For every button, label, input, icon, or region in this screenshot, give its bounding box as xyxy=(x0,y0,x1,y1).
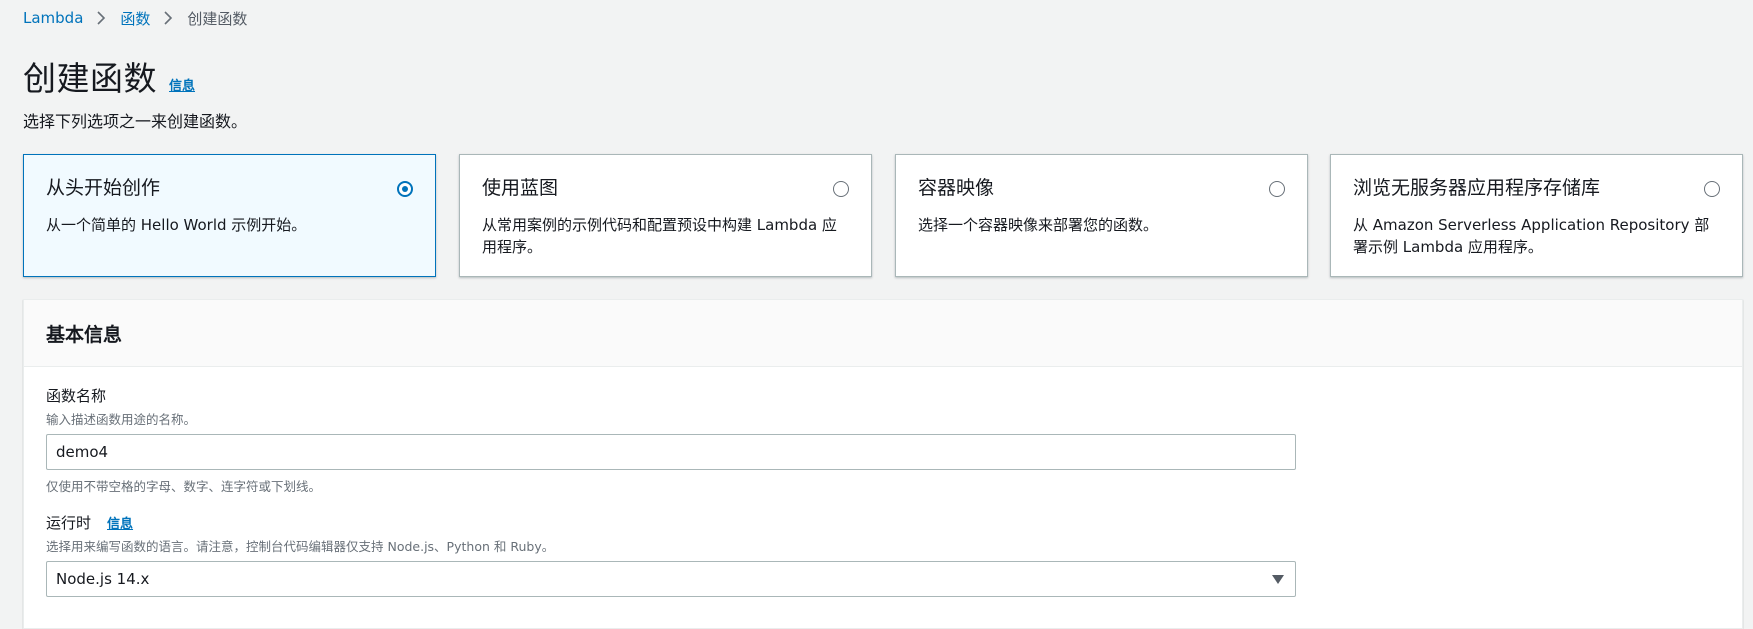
function-name-label-text: 函数名称 xyxy=(46,387,107,405)
function-name-label: 函数名称 xyxy=(46,385,1296,406)
option-radio[interactable] xyxy=(833,181,849,197)
function-name-constraint: 仅使用不带空格的字母、数字、连字符或下划线。 xyxy=(46,479,322,494)
function-name-input[interactable]: demo4 xyxy=(46,434,1296,470)
runtime-description: 选择用来编写函数的语言。请注意，控制台代码编辑器仅支持 Node.js、Pyth… xyxy=(46,539,555,554)
chevron-right-icon xyxy=(97,11,106,25)
creation-options: 从头开始创作 从一个简单的 Hello World 示例开始。 使用蓝图 从常用… xyxy=(23,154,1743,277)
page-description: 选择下列选项之一来创建函数。 xyxy=(23,112,248,131)
option-radio[interactable] xyxy=(1704,181,1720,197)
option-serverless-app-repo[interactable]: 浏览无服务器应用程序存储库 从 Amazon Serverless Applic… xyxy=(1330,154,1743,277)
option-author-from-scratch[interactable]: 从头开始创作 从一个简单的 Hello World 示例开始。 xyxy=(23,154,436,277)
breadcrumb: Lambda 函数 创建函数 xyxy=(23,6,247,30)
option-title: 使用蓝图 xyxy=(482,177,559,199)
breadcrumb-current: 创建函数 xyxy=(187,9,248,28)
function-name-description: 输入描述函数用途的名称。 xyxy=(46,412,197,427)
page-header: 创建函数 信息 xyxy=(23,52,195,100)
page-title: 创建函数 xyxy=(23,59,157,98)
option-description: 从常用案例的示例代码和配置预设中构建 Lambda 应用程序。 xyxy=(482,216,837,256)
caret-down-icon xyxy=(1272,574,1284,584)
breadcrumb-lambda[interactable]: Lambda xyxy=(23,9,83,27)
runtime-info-link[interactable]: 信息 xyxy=(107,513,133,532)
runtime-value: Node.js 14.x xyxy=(56,570,150,588)
option-use-blueprint[interactable]: 使用蓝图 从常用案例的示例代码和配置预设中构建 Lambda 应用程序。 xyxy=(459,154,872,277)
runtime-label: 运行时 信息 xyxy=(46,512,1296,533)
runtime-label-text: 运行时 xyxy=(46,514,92,532)
basic-info-panel: 基本信息 函数名称 输入描述函数用途的名称。 demo4 仅使用不带空格的字母、… xyxy=(23,299,1743,629)
option-container-image[interactable]: 容器映像 选择一个容器映像来部署您的函数。 xyxy=(895,154,1308,277)
option-description: 从 Amazon Serverless Application Reposito… xyxy=(1353,216,1710,256)
breadcrumb-functions[interactable]: 函数 xyxy=(120,8,150,29)
page-info-link[interactable]: 信息 xyxy=(169,75,195,94)
option-radio[interactable] xyxy=(1269,181,1285,197)
chevron-right-icon xyxy=(164,11,173,25)
option-title: 从头开始创作 xyxy=(46,177,161,199)
function-name-value: demo4 xyxy=(56,443,109,461)
option-title: 浏览无服务器应用程序存储库 xyxy=(1353,177,1601,199)
panel-title: 基本信息 xyxy=(46,324,123,346)
option-description: 选择一个容器映像来部署您的函数。 xyxy=(918,216,1159,234)
option-description: 从一个简单的 Hello World 示例开始。 xyxy=(46,216,307,234)
panel-header: 基本信息 xyxy=(24,300,1742,367)
option-radio[interactable] xyxy=(397,181,413,197)
option-title: 容器映像 xyxy=(918,177,995,199)
runtime-field: 运行时 信息 选择用来编写函数的语言。请注意，控制台代码编辑器仅支持 Node.… xyxy=(46,512,1296,597)
runtime-select[interactable]: Node.js 14.x xyxy=(46,561,1296,597)
function-name-field: 函数名称 输入描述函数用途的名称。 demo4 仅使用不带空格的字母、数字、连字… xyxy=(46,385,1296,495)
